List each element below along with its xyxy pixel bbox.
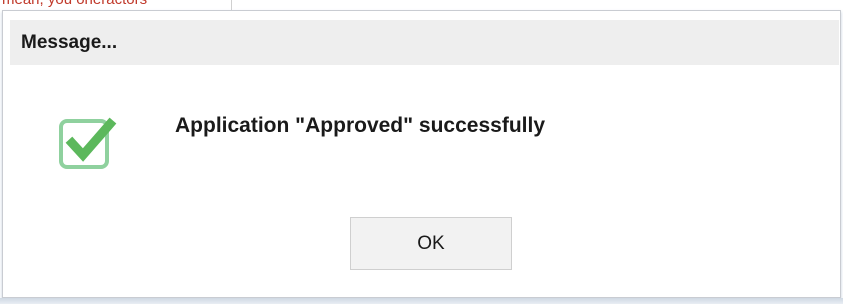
background-app-strip: mean, you oneractors [0,0,843,10]
background-separator [231,0,232,10]
background-partial-text: mean, you oneractors [2,0,147,8]
dialog-title-bar[interactable]: Message... [10,20,839,65]
checkbox-checked-icon [58,112,119,173]
background-bottom-edge [0,298,843,304]
dialog-title: Message... [21,31,118,53]
dialog-message: Application "Approved" successfully [175,114,545,137]
ok-button[interactable]: OK [350,217,512,270]
message-dialog: Message... Application "Approved" succes… [2,10,841,298]
